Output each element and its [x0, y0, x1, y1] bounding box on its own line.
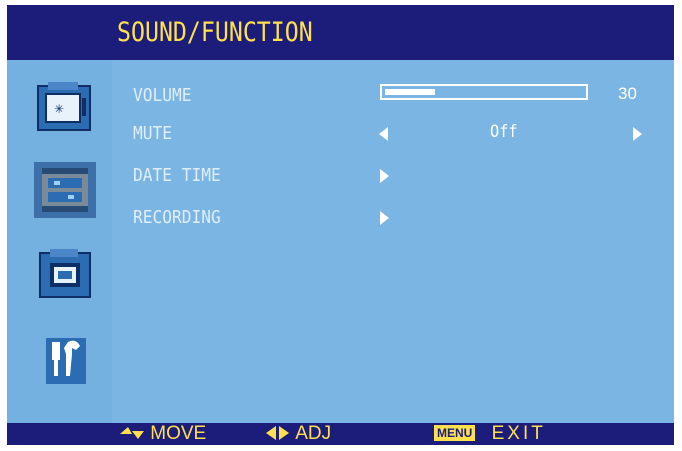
volume-slider[interactable] [380, 84, 588, 100]
exit-label: EXIT [491, 423, 546, 444]
recording-arrow-icon[interactable] [380, 211, 389, 225]
date-time-label[interactable]: DATE TIME [133, 164, 221, 188]
mute-right-arrow-icon[interactable] [633, 127, 642, 141]
move-hint: MOVE [119, 423, 206, 445]
move-label: MOVE [150, 423, 207, 444]
tools-setup-icon[interactable] [34, 332, 96, 388]
left-right-arrows-icon [266, 426, 289, 440]
volume-label[interactable]: VOLUME [133, 84, 192, 108]
date-time-arrow-icon[interactable] [380, 169, 389, 183]
film-sound-function-icon[interactable] [34, 162, 96, 218]
control-hint-bar: MOVE ADJ MENU EXIT [7, 423, 674, 445]
exit-hint: MENU EXIT [433, 423, 546, 445]
category-sidebar: ✳ [7, 60, 112, 423]
mute-left-arrow-icon[interactable] [379, 127, 388, 141]
up-down-arrows-icon [120, 427, 144, 439]
menu-title: SOUND/FUNCTION [117, 17, 313, 48]
osd-menu-window: SOUND/FUNCTION ✳ VOLUME 30 MUTE Off DATE… [7, 5, 674, 445]
mute-label[interactable]: MUTE [133, 122, 172, 146]
screen-frame-icon[interactable] [34, 247, 96, 303]
tv-picture-icon[interactable]: ✳ [34, 80, 96, 136]
recording-label[interactable]: RECORDING [133, 206, 221, 230]
volume-slider-fill [385, 89, 435, 95]
adjust-hint: ADJ [265, 423, 331, 445]
menu-key-icon: MENU [433, 424, 477, 442]
mute-value: Off [490, 122, 518, 142]
svg-text:✳: ✳ [54, 102, 64, 116]
volume-value: 30 [618, 84, 637, 103]
title-bar: SOUND/FUNCTION [7, 5, 674, 60]
adj-label: ADJ [295, 423, 332, 444]
